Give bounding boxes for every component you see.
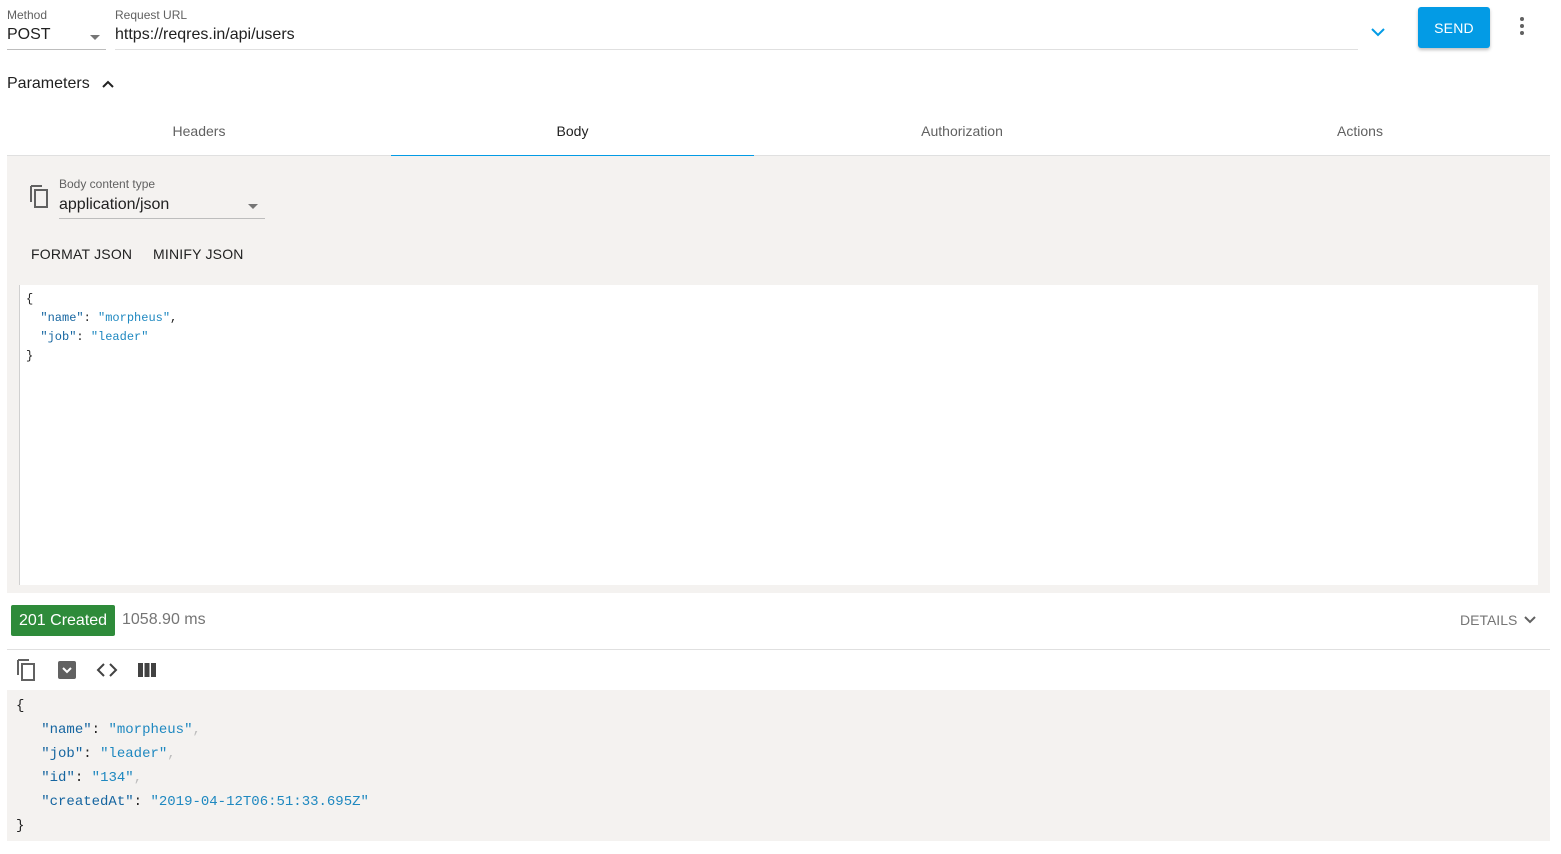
json-string: "leader"	[90, 330, 149, 344]
json-brace: }	[16, 818, 25, 834]
tab-actions[interactable]: Actions	[1170, 107, 1550, 155]
tab-authorization[interactable]: Authorization	[754, 107, 1170, 155]
status-badge: 201 Created	[11, 605, 116, 636]
request-url-input[interactable]: https://reqres.in/api/users	[115, 22, 1358, 50]
chevron-down-icon[interactable]	[1368, 22, 1388, 42]
content-type-select[interactable]: application/json	[59, 193, 265, 219]
tab-body[interactable]: Body	[391, 107, 754, 157]
minify-json-button[interactable]: MINIFY JSON	[153, 246, 244, 262]
copy-icon[interactable]	[16, 659, 38, 681]
divider	[7, 649, 1550, 650]
content-type-value: application/json	[59, 196, 170, 213]
columns-icon[interactable]	[136, 659, 158, 681]
format-json-button[interactable]: FORMAT JSON	[31, 246, 132, 262]
response-timing: 1058.90 ms	[122, 611, 206, 628]
json-brace: {	[26, 292, 34, 306]
chevron-up-icon	[101, 80, 114, 88]
details-toggle[interactable]: DETAILS	[1460, 612, 1537, 628]
json-key: "name"	[41, 722, 92, 738]
chevron-down-icon	[1524, 616, 1537, 624]
method-value: POST	[7, 26, 51, 43]
json-key: "createdAt"	[41, 794, 134, 810]
json-string: "134"	[91, 770, 134, 786]
json-key: "job"	[40, 330, 77, 344]
caret-down-icon	[248, 204, 258, 209]
parameters-tabs: Headers Body Authorization Actions	[7, 107, 1550, 157]
response-body: { "name": "morpheus", "job": "leader", "…	[7, 690, 1550, 841]
json-string: "morpheus"	[98, 311, 171, 325]
content-type-label: Body content type	[59, 177, 156, 191]
caret-down-icon	[90, 35, 100, 40]
body-panel: Body content type application/json FORMA…	[7, 156, 1550, 593]
parameters-label: Parameters	[7, 75, 90, 92]
request-url-value: https://reqres.in/api/users	[115, 26, 295, 43]
method-select[interactable]: POST	[7, 22, 106, 50]
send-button[interactable]: SEND	[1418, 7, 1490, 48]
json-brace: {	[16, 698, 25, 714]
body-editor[interactable]: { "name": "morpheus", "job": "leader" }	[19, 285, 1538, 585]
parameters-toggle[interactable]: Parameters	[7, 72, 116, 96]
save-icon[interactable]	[56, 659, 78, 681]
json-string: "morpheus"	[108, 722, 193, 738]
json-string: "2019-04-12T06:51:33.695Z"	[150, 794, 369, 810]
json-key: "name"	[40, 311, 84, 325]
url-label: Request URL	[115, 8, 188, 22]
details-label: DETAILS	[1460, 612, 1518, 628]
tab-headers[interactable]: Headers	[7, 107, 391, 155]
method-label: Method	[7, 8, 48, 22]
json-key: "job"	[41, 746, 84, 762]
copy-icon[interactable]	[28, 185, 50, 209]
json-string: "leader"	[100, 746, 168, 762]
code-icon[interactable]	[96, 659, 118, 681]
json-brace: }	[26, 349, 34, 363]
json-key: "id"	[41, 770, 75, 786]
more-vert-icon[interactable]	[1512, 14, 1532, 38]
